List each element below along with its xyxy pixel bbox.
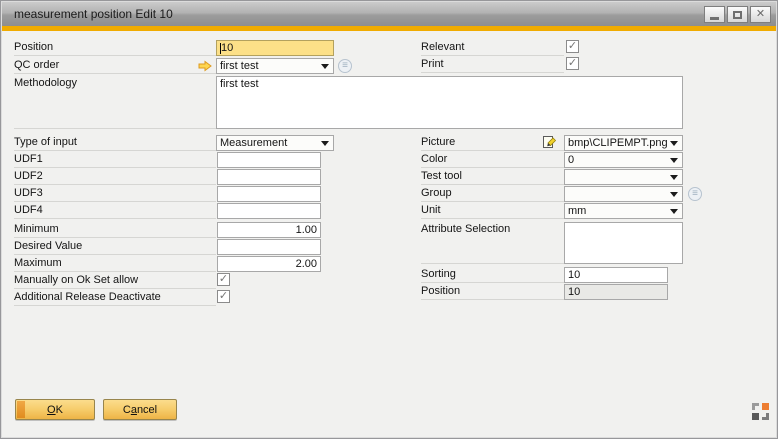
form-settings-icon[interactable]: [752, 403, 769, 420]
udf3-input[interactable]: [217, 186, 321, 202]
additional-release-label: Additional Release Deactivate: [14, 290, 216, 306]
group-dropdown[interactable]: [564, 186, 683, 202]
corner-bracket-bottom-right: [762, 413, 769, 420]
position-readonly-input: 10: [564, 284, 668, 300]
check-icon: ✓: [219, 273, 228, 285]
relevant-label: Relevant: [421, 40, 564, 56]
udf2-label: UDF2: [14, 169, 216, 185]
close-button[interactable]: ✕: [750, 6, 771, 23]
measurement-position-dialog: measurement position Edit 10 ✕ Position …: [0, 0, 778, 439]
qc-order-dropdown[interactable]: first test: [216, 58, 334, 74]
picture-dropdown[interactable]: bmp\CLIPEMPT.png: [564, 135, 683, 151]
relevant-checkbox[interactable]: ✓: [566, 40, 579, 53]
color-label: Color: [421, 152, 564, 168]
udf1-label: UDF1: [14, 152, 216, 168]
dropdown-arrow-icon: [670, 209, 678, 214]
unit-dropdown[interactable]: mm: [564, 203, 683, 219]
maximize-button[interactable]: [727, 6, 748, 23]
minimum-label: Minimum: [14, 222, 216, 238]
position-input[interactable]: 10: [216, 40, 334, 56]
manually-on-ok-checkbox[interactable]: ✓: [217, 273, 230, 286]
dropdown-arrow-icon: [321, 141, 329, 146]
check-icon: ✓: [219, 290, 228, 302]
window-controls: ✕: [704, 6, 771, 23]
link-arrow-icon[interactable]: [198, 60, 212, 75]
dropdown-arrow-icon: [321, 64, 329, 69]
type-of-input-label: Type of input: [14, 135, 216, 151]
corner-bracket-top-left: [752, 403, 759, 410]
check-icon: ✓: [568, 57, 577, 69]
picture-edit-icon[interactable]: [542, 134, 557, 152]
position-label: Position: [14, 40, 216, 56]
ok-button[interactable]: OK: [15, 399, 95, 420]
dropdown-arrow-icon: [670, 141, 678, 146]
udf4-label: UDF4: [14, 203, 216, 219]
desired-value-label: Desired Value: [14, 239, 216, 255]
print-checkbox[interactable]: ✓: [566, 57, 579, 70]
unit-label: Unit: [421, 203, 564, 219]
corner-square-orange: [762, 403, 769, 410]
udf1-input[interactable]: [217, 152, 321, 168]
color-dropdown[interactable]: 0: [564, 152, 683, 168]
udf2-input[interactable]: [217, 169, 321, 185]
dropdown-arrow-icon: [670, 158, 678, 163]
minimize-icon: [710, 17, 719, 20]
test-tool-dropdown[interactable]: [564, 169, 683, 185]
methodology-label: Methodology: [14, 76, 216, 129]
maximum-label: Maximum: [14, 256, 216, 272]
minimize-button[interactable]: [704, 6, 725, 23]
additional-release-checkbox[interactable]: ✓: [217, 290, 230, 303]
cancel-button[interactable]: Cancel: [103, 399, 177, 420]
type-of-input-dropdown[interactable]: Measurement: [216, 135, 334, 151]
test-tool-label: Test tool: [421, 169, 564, 185]
accent-line: [2, 26, 776, 31]
desired-value-input[interactable]: [217, 239, 321, 255]
choose-from-list-icon[interactable]: ≡: [688, 187, 702, 201]
titlebar[interactable]: measurement position Edit 10 ✕: [2, 2, 776, 26]
minimum-input[interactable]: 1.00: [217, 222, 321, 238]
udf4-input[interactable]: [217, 203, 321, 219]
qc-order-label: QC order: [14, 58, 216, 74]
maximize-icon: [733, 11, 742, 19]
attribute-selection-label: Attribute Selection: [421, 222, 564, 264]
attribute-selection-textarea[interactable]: [564, 222, 683, 264]
print-label: Print: [421, 57, 564, 73]
close-icon: ✕: [756, 9, 765, 20]
default-button-indicator: [17, 401, 25, 418]
dropdown-arrow-icon: [670, 192, 678, 197]
manually-on-ok-label: Manually on Ok Set allow: [14, 273, 216, 289]
maximum-input[interactable]: 2.00: [217, 256, 321, 272]
position-readonly-label: Position: [421, 284, 564, 300]
sorting-input[interactable]: 10: [564, 267, 668, 283]
corner-square-dark: [752, 413, 759, 420]
choose-from-list-icon[interactable]: ≡: [338, 59, 352, 73]
window-title: measurement position Edit 10: [14, 7, 173, 21]
methodology-textarea[interactable]: first test: [216, 76, 683, 129]
check-icon: ✓: [568, 40, 577, 52]
dropdown-arrow-icon: [670, 175, 678, 180]
udf3-label: UDF3: [14, 186, 216, 202]
sorting-label: Sorting: [421, 267, 564, 283]
group-label: Group: [421, 186, 564, 202]
